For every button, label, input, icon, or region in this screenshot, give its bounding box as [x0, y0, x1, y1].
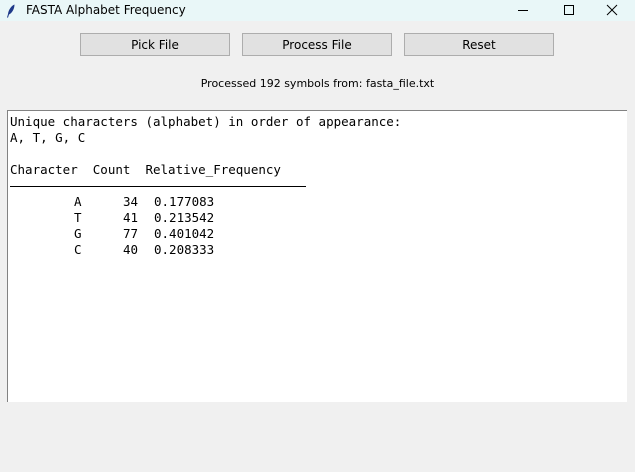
reset-button[interactable]: Reset	[404, 33, 554, 56]
minimize-icon	[518, 10, 528, 11]
process-file-button[interactable]: Process File	[242, 33, 392, 56]
row-frequency: 0.401042	[154, 226, 215, 241]
maximize-icon	[564, 5, 574, 15]
row-count: 41	[122, 210, 138, 225]
table-row: C 40 0.208333	[10, 242, 627, 258]
alphabet-list: A, T, G, C	[10, 130, 86, 145]
title-bar: FASTA Alphabet Frequency	[0, 0, 635, 21]
row-count: 34	[122, 194, 138, 209]
minimize-button[interactable]	[500, 0, 546, 21]
status-label: Processed 192 symbols from: fasta_file.t…	[200, 77, 435, 90]
table-row: A 34 0.177083	[10, 194, 627, 210]
row-frequency: 0.208333	[154, 242, 215, 257]
row-frequency: 0.177083	[154, 194, 215, 209]
row-frequency: 0.213542	[154, 210, 215, 225]
row-character: A	[74, 194, 82, 209]
row-count: 77	[122, 226, 138, 241]
table-divider	[10, 178, 627, 194]
maximize-button[interactable]	[546, 0, 592, 21]
table-row: T 41 0.213542	[10, 210, 627, 226]
close-button[interactable]	[589, 0, 635, 21]
window-title: FASTA Alphabet Frequency	[26, 3, 186, 17]
row-count: 40	[122, 242, 138, 257]
row-character: C	[74, 242, 82, 257]
feather-icon	[6, 3, 16, 18]
table-header: Character Count Relative_Frequency	[10, 162, 281, 177]
row-character: G	[74, 226, 82, 241]
output-text-area[interactable]: Unique characters (alphabet) in order of…	[7, 110, 627, 402]
row-character: T	[74, 210, 82, 225]
close-icon	[606, 4, 618, 16]
alphabet-heading: Unique characters (alphabet) in order of…	[10, 114, 402, 129]
table-row: G 77 0.401042	[10, 226, 627, 242]
pick-file-button[interactable]: Pick File	[80, 33, 230, 56]
